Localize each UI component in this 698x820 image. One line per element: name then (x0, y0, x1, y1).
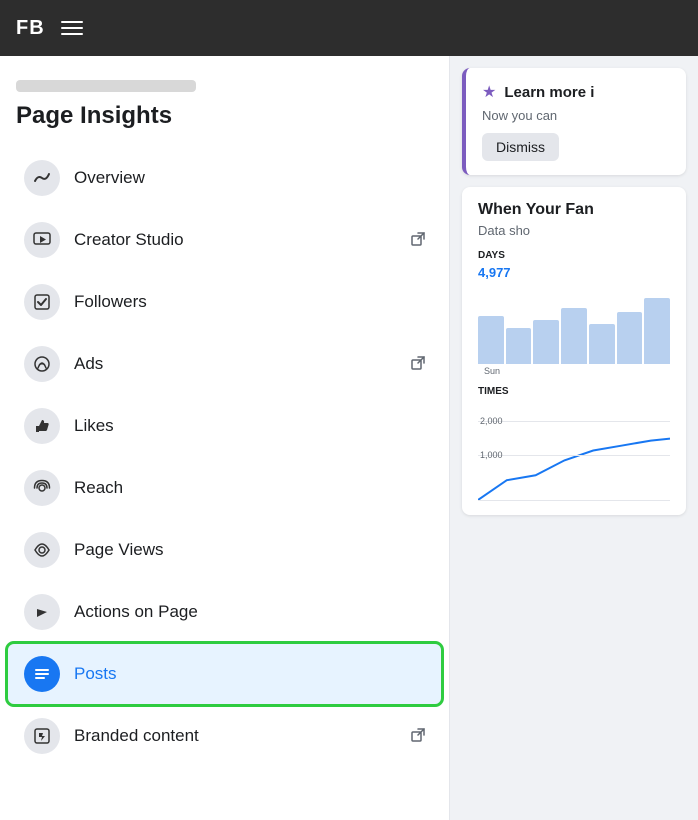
likes-icon (24, 408, 60, 444)
fan-card: When Your Fan Data sho DAYS 4,977 Sun TI… (462, 187, 686, 515)
sidebar-item-label: Overview (74, 168, 425, 188)
chart-bar-6 (617, 312, 643, 364)
page-views-icon (24, 532, 60, 568)
external-link-icon-branded (411, 728, 425, 745)
ads-icon (24, 346, 60, 382)
sidebar-item-likes[interactable]: Likes (8, 396, 441, 456)
sidebar-item-actions-on-page[interactable]: Actions on Page (8, 582, 441, 642)
followers-icon (24, 284, 60, 320)
sidebar-item-ads[interactable]: Ads (8, 334, 441, 394)
sidebar-item-label: Reach (74, 478, 425, 498)
hamburger-menu-icon[interactable] (61, 21, 83, 35)
posts-icon (24, 656, 60, 692)
right-panel: ★ Learn more i Now you can Dismiss When … (450, 56, 698, 820)
chart-bar-2 (506, 328, 532, 364)
sidebar-item-label: Posts (74, 664, 425, 684)
data-show-label: Data sho (478, 223, 670, 238)
times-label: TIMES (478, 386, 670, 397)
creator-studio-icon (24, 222, 60, 258)
times-chart: 2,000 1,000 (478, 401, 670, 501)
gridline-1000: 1,000 (478, 455, 670, 460)
sidebar-item-label: Likes (74, 416, 425, 436)
chart-bar-1 (478, 316, 504, 364)
fb-logo: FB (16, 17, 45, 40)
learn-card-header: ★ Learn more i (482, 82, 670, 102)
learn-card-subtitle: Now you can (482, 108, 670, 123)
chart-bar-4 (561, 308, 587, 364)
sidebar-item-posts[interactable]: Posts (8, 644, 441, 704)
sidebar-item-label: Branded content (74, 726, 411, 746)
reach-icon (24, 470, 60, 506)
sidebar-item-page-views[interactable]: Page Views (8, 520, 441, 580)
day-label-sun: Sun (478, 366, 506, 376)
branded-content-icon (24, 718, 60, 754)
star-icon: ★ (482, 82, 496, 102)
actions-on-page-icon (24, 594, 60, 630)
sidebar-item-label: Followers (74, 292, 425, 312)
sidebar-title-area: Page Insights (0, 72, 449, 146)
sidebar-title: Page Insights (16, 102, 433, 130)
gridline-label-1000: 1,000 (480, 450, 503, 460)
days-label: DAYS (478, 250, 670, 261)
chart-bar-3 (533, 320, 559, 364)
sidebar-item-creator-studio[interactable]: Creator Studio (8, 210, 441, 270)
external-link-icon-ads (411, 356, 425, 373)
sidebar-item-branded-content[interactable]: Branded content (8, 706, 441, 766)
sidebar-item-overview[interactable]: Overview (8, 148, 441, 208)
chart-bar-container (478, 284, 670, 364)
sidebar-item-label: Creator Studio (74, 230, 411, 250)
chart-bar-5 (589, 324, 615, 364)
fan-card-title: When Your Fan (478, 201, 670, 219)
sidebar-title-placeholder (16, 80, 196, 92)
times-section: TIMES 2,000 1,000 (478, 386, 670, 501)
sidebar-item-label: Page Views (74, 540, 425, 560)
sidebar-nav-list: Overview Creator Studio (0, 148, 449, 766)
dismiss-button[interactable]: Dismiss (482, 133, 559, 161)
sidebar: Page Insights Overview (0, 56, 450, 820)
sidebar-item-label: Ads (74, 354, 411, 374)
chart-value: 4,977 (478, 265, 670, 280)
chart-bar-7 (644, 298, 670, 364)
sidebar-item-label: Actions on Page (74, 602, 425, 622)
chart-day-labels: Sun (478, 366, 670, 376)
sidebar-item-reach[interactable]: Reach (8, 458, 441, 518)
top-navigation: FB (0, 0, 698, 56)
learn-card-title: Learn more i (504, 84, 594, 101)
learn-more-card: ★ Learn more i Now you can Dismiss (462, 68, 686, 175)
gridline-label-2000: 2,000 (480, 416, 503, 426)
main-layout: Page Insights Overview (0, 56, 698, 820)
overview-icon (24, 160, 60, 196)
external-link-icon (411, 232, 425, 249)
gridline-2000: 2,000 (478, 421, 670, 426)
times-svg-chart (478, 401, 670, 500)
sidebar-item-followers[interactable]: Followers (8, 272, 441, 332)
